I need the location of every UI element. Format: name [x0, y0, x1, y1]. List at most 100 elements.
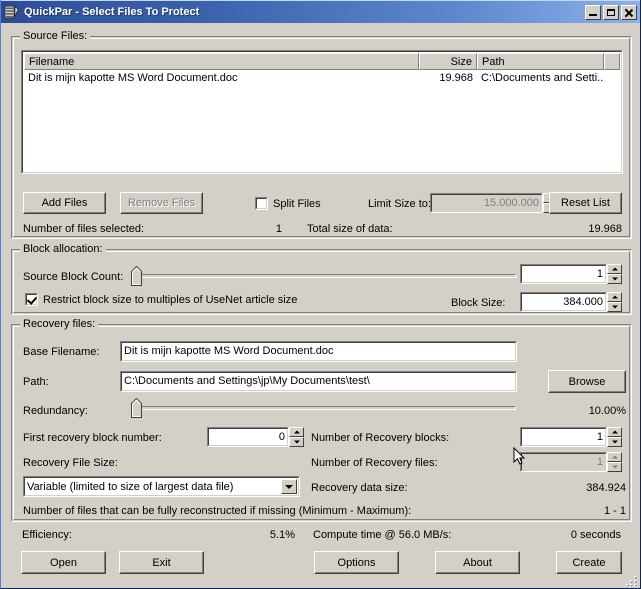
reset-list-button[interactable]: Reset List	[549, 192, 622, 214]
cell-size: 19.968	[439, 71, 473, 84]
create-button[interactable]: Create	[556, 551, 622, 574]
options-button[interactable]: Options	[314, 551, 399, 574]
total-size-label: Total size of data:	[307, 223, 393, 235]
limit-size-value: 15.000.000	[483, 196, 539, 209]
path-input[interactable]: C:\Documents and Settings\jp\My Document…	[120, 371, 517, 392]
recovery-files-count-stepper-up	[607, 452, 622, 462]
quickpar-app-icon	[4, 4, 20, 20]
title-bar: QuickPar - Select Files To Protect	[1, 0, 640, 23]
source-files-group: Source Files: Filename Size Path Dit is …	[11, 30, 632, 239]
source-block-count-stepper-down[interactable]	[607, 274, 622, 284]
reconstruct-value: 1 - 1	[603, 505, 626, 517]
base-filename-label: Base Filename:	[23, 346, 100, 358]
recovery-blocks-input[interactable]: 1	[520, 427, 607, 447]
table-row[interactable]: Dit is mijn kapotte MS Word Document.doc…	[24, 70, 620, 85]
first-recovery-block-stepper[interactable]	[289, 427, 304, 447]
limit-size-label: Limit Size to:	[368, 198, 431, 210]
block-allocation-group: Block allocation: Source Block Count: 1 …	[11, 243, 632, 315]
files-selected-value: 1	[275, 223, 282, 235]
window-title: QuickPar - Select Files To Protect	[24, 6, 200, 18]
minimize-icon[interactable]	[585, 4, 601, 20]
recovery-files-count-input: 1	[520, 452, 607, 472]
about-button[interactable]: About	[435, 551, 520, 574]
first-recovery-block-stepper-down[interactable]	[289, 437, 304, 447]
compute-time-value: 0 seconds	[570, 529, 621, 541]
source-files-list[interactable]: Filename Size Path Dit is mijn kapotte M…	[21, 50, 623, 174]
column-header-path[interactable]: Path	[477, 53, 604, 70]
exit-button[interactable]: Exit	[119, 551, 204, 574]
recovery-files-count-stepper	[607, 452, 622, 472]
recovery-blocks-stepper-up[interactable]	[607, 427, 622, 437]
block-size-stepper[interactable]	[607, 292, 622, 312]
files-selected-label: Number of files selected:	[23, 223, 145, 235]
source-block-count-value: 1	[596, 267, 603, 280]
open-button[interactable]: Open	[21, 551, 106, 574]
restrict-block-size-label[interactable]: Restrict block size to multiples of UseN…	[43, 294, 297, 307]
block-size-stepper-up[interactable]	[607, 292, 622, 302]
cell-filler	[604, 70, 620, 85]
redundancy-value: 10.00%	[588, 405, 626, 417]
path-label: Path:	[23, 376, 49, 388]
first-recovery-block-label: First recovery block number:	[23, 432, 162, 444]
remove-files-button: Remove Files	[120, 192, 203, 214]
source-files-group-label: Source Files:	[20, 30, 91, 42]
compute-time-label: Compute time @ 56.0 MB/s:	[313, 529, 452, 541]
browse-button[interactable]: Browse	[548, 370, 626, 393]
block-size-stepper-down[interactable]	[607, 302, 622, 312]
recovery-files-group-label: Recovery files:	[20, 318, 99, 330]
cell-path: C:\Documents and Setti...	[481, 71, 604, 84]
redundancy-slider-thumb[interactable]	[131, 398, 142, 418]
column-header-filename[interactable]: Filename	[24, 53, 419, 70]
recovery-blocks-stepper-down[interactable]	[607, 437, 622, 447]
base-filename-input[interactable]: Dit is mijn kapotte MS Word Document.doc	[120, 341, 517, 362]
base-filename-value: Dit is mijn kapotte MS Word Document.doc	[124, 345, 334, 357]
window-controls	[585, 4, 637, 20]
limit-size-input: 15.000.000	[430, 193, 543, 213]
recovery-files-count-value: 1	[596, 455, 603, 468]
chevron-down-icon[interactable]	[281, 479, 297, 494]
recovery-data-size-label: Recovery data size:	[311, 482, 408, 494]
close-icon[interactable]	[621, 4, 637, 20]
source-block-count-slider[interactable]	[131, 266, 516, 286]
redundancy-slider-rail	[131, 406, 516, 410]
recovery-data-size-value: 384.924	[586, 482, 626, 494]
redundancy-slider[interactable]	[131, 398, 516, 418]
recovery-file-size-value: Variable (limited to size of largest dat…	[27, 480, 234, 493]
block-size-label: Block Size:	[451, 297, 506, 309]
total-size-value: 19.968	[588, 223, 622, 235]
recovery-files-group: Recovery files: Base Filename: Dit is mi…	[11, 318, 632, 522]
recovery-files-count-label: Number of Recovery files:	[311, 457, 438, 469]
source-block-count-label: Source Block Count:	[23, 271, 124, 283]
first-recovery-block-stepper-up[interactable]	[289, 427, 304, 437]
add-files-button[interactable]: Add Files	[23, 192, 106, 214]
source-block-count-input[interactable]: 1	[520, 264, 607, 284]
column-header-size[interactable]: Size	[419, 53, 477, 70]
first-recovery-block-value: 0	[278, 430, 285, 443]
quickpar-window: QuickPar - Select Files To Protect Sourc…	[0, 0, 641, 589]
restrict-block-size-checkbox[interactable]	[25, 293, 38, 306]
source-block-count-slider-rail	[131, 274, 516, 278]
recovery-file-size-label: Recovery File Size:	[23, 457, 118, 469]
block-size-value: 384.000	[563, 295, 603, 308]
source-block-count-stepper[interactable]	[607, 264, 622, 284]
split-files-label[interactable]: Split Files	[273, 198, 321, 211]
column-header-filler[interactable]	[604, 53, 620, 70]
source-block-count-slider-thumb[interactable]	[131, 266, 142, 286]
block-size-input[interactable]: 384.000	[520, 292, 607, 312]
first-recovery-block-input[interactable]: 0	[207, 427, 289, 447]
path-value: C:\Documents and Settings\jp\My Document…	[124, 375, 370, 387]
recovery-blocks-value: 1	[596, 430, 603, 443]
resize-grip[interactable]	[626, 574, 638, 587]
recovery-file-size-select[interactable]: Variable (limited to size of largest dat…	[23, 476, 300, 497]
recovery-blocks-label: Number of Recovery blocks:	[311, 432, 450, 444]
source-block-count-stepper-up[interactable]	[607, 264, 622, 274]
split-files-checkbox[interactable]	[255, 197, 268, 210]
efficiency-label: Efficiency:	[22, 529, 72, 541]
reconstruct-label: Number of files that can be fully recons…	[23, 505, 412, 517]
maximize-icon[interactable]	[603, 4, 619, 20]
recovery-files-count-stepper-down	[607, 462, 622, 472]
recovery-blocks-stepper[interactable]	[607, 427, 622, 447]
cell-filename: Dit is mijn kapotte MS Word Document.doc	[28, 71, 238, 84]
efficiency-value: 5.1%	[269, 529, 295, 541]
block-allocation-group-label: Block allocation:	[20, 243, 106, 255]
